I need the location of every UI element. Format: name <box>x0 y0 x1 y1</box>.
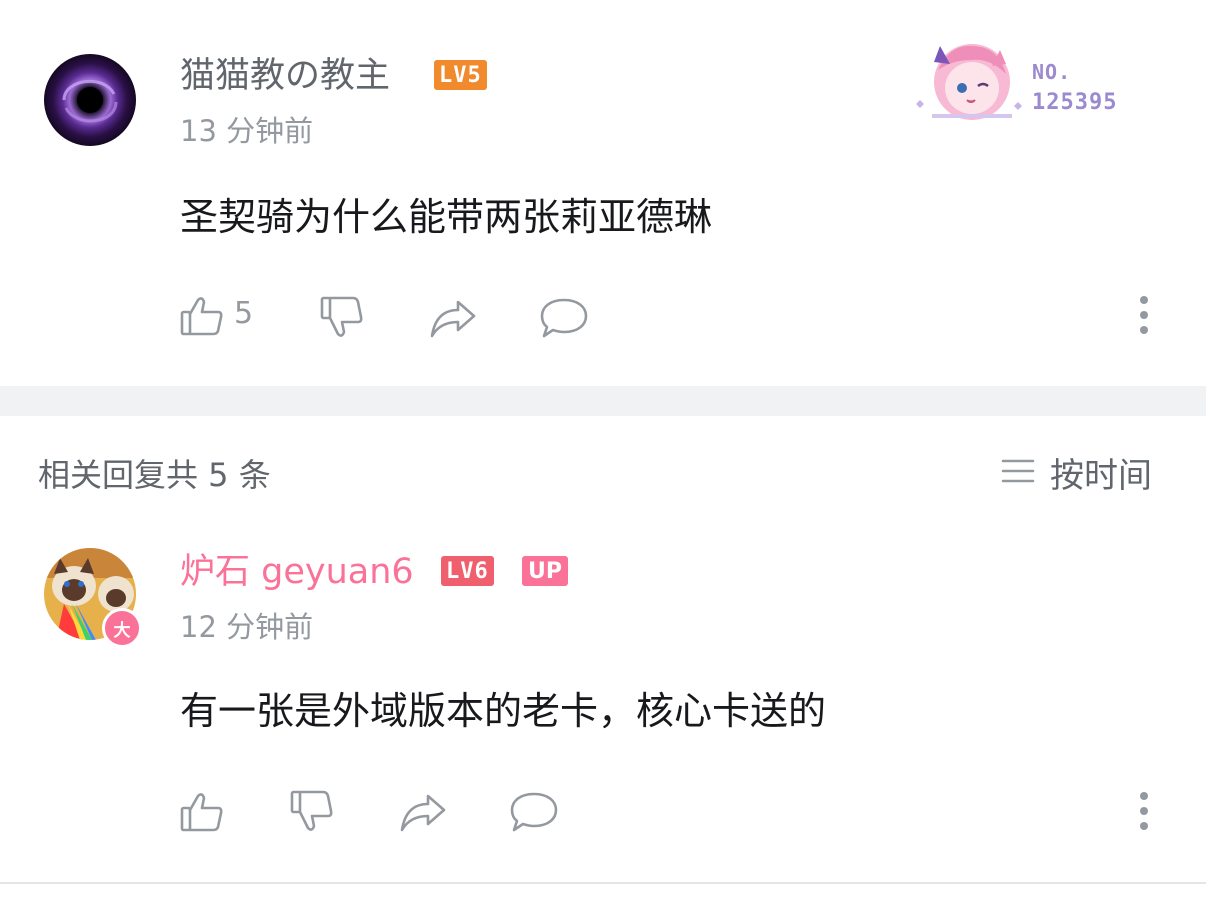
reply-author-username[interactable]: 炉石 geyuan6 <box>180 552 414 592</box>
comment-bubble-icon <box>540 298 588 338</box>
share-icon <box>430 300 476 338</box>
anime-girl-icon <box>916 44 1022 120</box>
up-badge: UP <box>522 556 568 586</box>
like-count: 5 <box>234 296 254 331</box>
sort-by-time-button[interactable]: 按时间 <box>1000 448 1170 496</box>
thumbs-down-icon <box>320 296 363 337</box>
reply-timestamp: 12 分钟前 <box>180 610 314 644</box>
reply-button[interactable] <box>538 294 590 344</box>
big-member-badge: 大 <box>102 608 142 648</box>
reply-dislike-button[interactable] <box>288 788 338 838</box>
more-options-main-button[interactable] <box>1130 294 1158 338</box>
sort-label: 按时间 <box>1050 456 1152 496</box>
avatar-main-commenter[interactable] <box>44 54 136 146</box>
share-button[interactable] <box>428 294 478 344</box>
reply-share-button[interactable] <box>398 788 448 838</box>
fan-card-no-label: NO. <box>1032 60 1072 84</box>
comment-bubble-icon <box>510 792 558 832</box>
reply-comment-button[interactable] <box>508 788 560 838</box>
like-button[interactable]: 5 <box>178 292 268 342</box>
fan-card-number: 125395 <box>1032 90 1118 115</box>
main-comment-timestamp: 13 分钟前 <box>180 114 314 148</box>
main-comment-text: 圣契骑为什么能带两张莉亚德琳 <box>180 195 713 239</box>
thumbs-up-icon <box>180 297 223 336</box>
reply-text: 有一张是外域版本的老卡，核心卡送的 <box>180 689 827 733</box>
dislike-button[interactable] <box>318 294 368 344</box>
fan-card-badge[interactable]: NO. 125395 <box>910 36 1140 126</box>
replies-count-label: 相关回复共 5 条 <box>38 456 271 494</box>
sort-lines-icon <box>1001 459 1035 483</box>
thumbs-up-icon <box>180 793 223 832</box>
reply-like-button[interactable] <box>178 788 228 838</box>
reply-author-level-badge: LV6 <box>441 556 494 586</box>
more-options-reply-button[interactable] <box>1130 790 1158 834</box>
section-divider <box>0 386 1206 416</box>
share-icon <box>400 794 446 832</box>
bottom-divider <box>0 882 1206 884</box>
main-commenter-level-badge: LV5 <box>434 60 487 90</box>
main-commenter-username[interactable]: 猫猫教の教主 <box>180 56 390 96</box>
thumbs-down-icon <box>290 790 333 831</box>
